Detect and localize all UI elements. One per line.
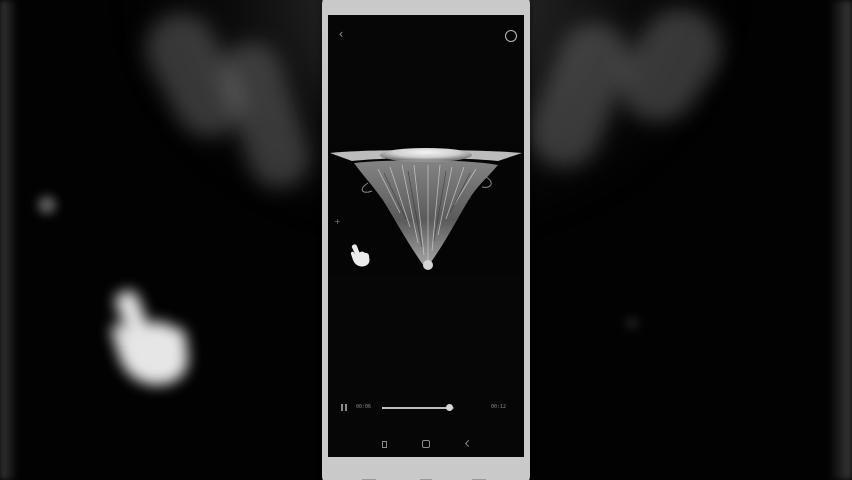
- system-nav-bar: [328, 435, 524, 453]
- total-time: 00:12: [490, 404, 506, 410]
- current-time: 00:06: [356, 404, 372, 410]
- background-dot: [38, 196, 56, 214]
- seek-bar-fill: [382, 407, 451, 409]
- pause-icon[interactable]: [341, 404, 348, 411]
- phone-frame: ‹ + 00:06 00:12: [322, 0, 530, 480]
- top-bar: ‹: [328, 15, 524, 49]
- record-circle-icon[interactable]: [505, 30, 517, 42]
- seek-bar[interactable]: [382, 404, 454, 411]
- background-hand-icon: [111, 290, 188, 385]
- playback-controls: 00:06 00:12: [328, 395, 524, 423]
- hand-pointer-icon: [350, 244, 370, 267]
- background-dot: [627, 318, 637, 328]
- background-phone-edge-left: [0, 0, 18, 480]
- nav-back-icon[interactable]: [463, 439, 473, 449]
- background-phone-edge-right: [830, 0, 852, 480]
- home-icon[interactable]: [421, 439, 431, 449]
- phone-screen: ‹ + 00:06 00:12: [328, 15, 524, 457]
- recent-apps-icon[interactable]: [380, 439, 390, 449]
- seek-bar-thumb[interactable]: [446, 404, 454, 411]
- video-frame: ‹ + 00:06 00:12: [0, 0, 852, 480]
- plus-marker-icon: +: [334, 217, 341, 226]
- back-arrow-icon[interactable]: ‹: [334, 27, 348, 41]
